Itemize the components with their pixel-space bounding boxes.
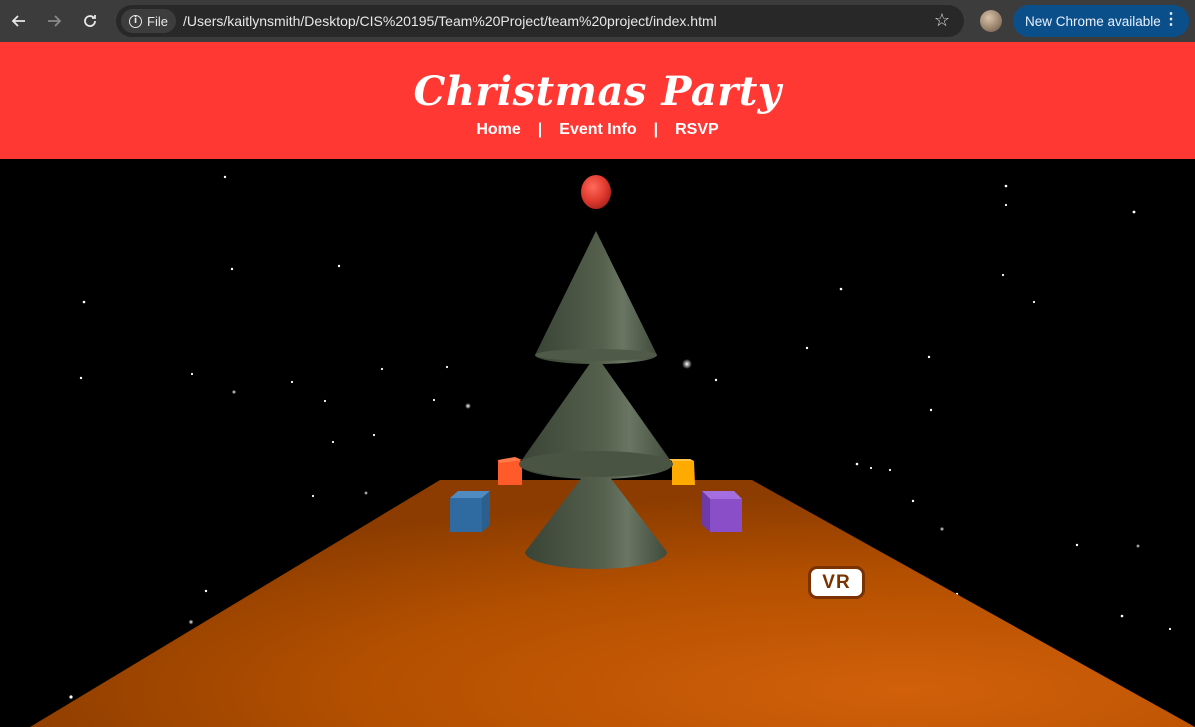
site-header: Christmas Party Home | Event Info | RSVP [0,42,1195,159]
reload-icon [84,15,96,27]
nav-event-info-link[interactable]: Event Info [559,121,636,139]
gift-purple [702,491,742,532]
more-menu-icon[interactable]: ⋮ [1163,11,1179,29]
site-info-chip[interactable]: i File [121,9,176,33]
vr-scene-canvas[interactable]: VR [0,159,1195,727]
address-bar[interactable]: i File /Users/kaitlynsmith/Desktop/CIS%2… [116,5,964,37]
page-title: Christmas Party [413,68,782,115]
forward-button[interactable] [39,6,69,36]
nav-rsvp-link[interactable]: RSVP [675,121,719,139]
bookmark-star-icon[interactable]: ☆ [934,10,950,31]
gift-blue [450,491,490,532]
scene-render [30,175,1195,727]
arrow-right-icon [48,15,62,27]
nav-home-link[interactable]: Home [476,121,520,139]
reload-button[interactable] [75,6,105,36]
url-text[interactable]: /Users/kaitlynsmith/Desktop/CIS%20195/Te… [183,13,717,29]
nav-separator: | [653,121,659,138]
profile-avatar[interactable] [980,10,1002,32]
site-info-label: File [147,13,168,29]
nav-separator: | [537,121,543,138]
back-button[interactable] [4,6,34,36]
site-nav: Home | Event Info | RSVP [0,121,1195,139]
chrome-update-button[interactable]: New Chrome available ⋮ [1013,5,1189,37]
info-icon: i [129,14,142,28]
vr-mode-button[interactable]: VR [808,566,865,599]
browser-toolbar: i File /Users/kaitlynsmith/Desktop/CIS%2… [0,0,1195,42]
arrow-left-icon [11,15,25,27]
update-label: New Chrome available [1025,13,1161,29]
gift-red [498,457,522,485]
